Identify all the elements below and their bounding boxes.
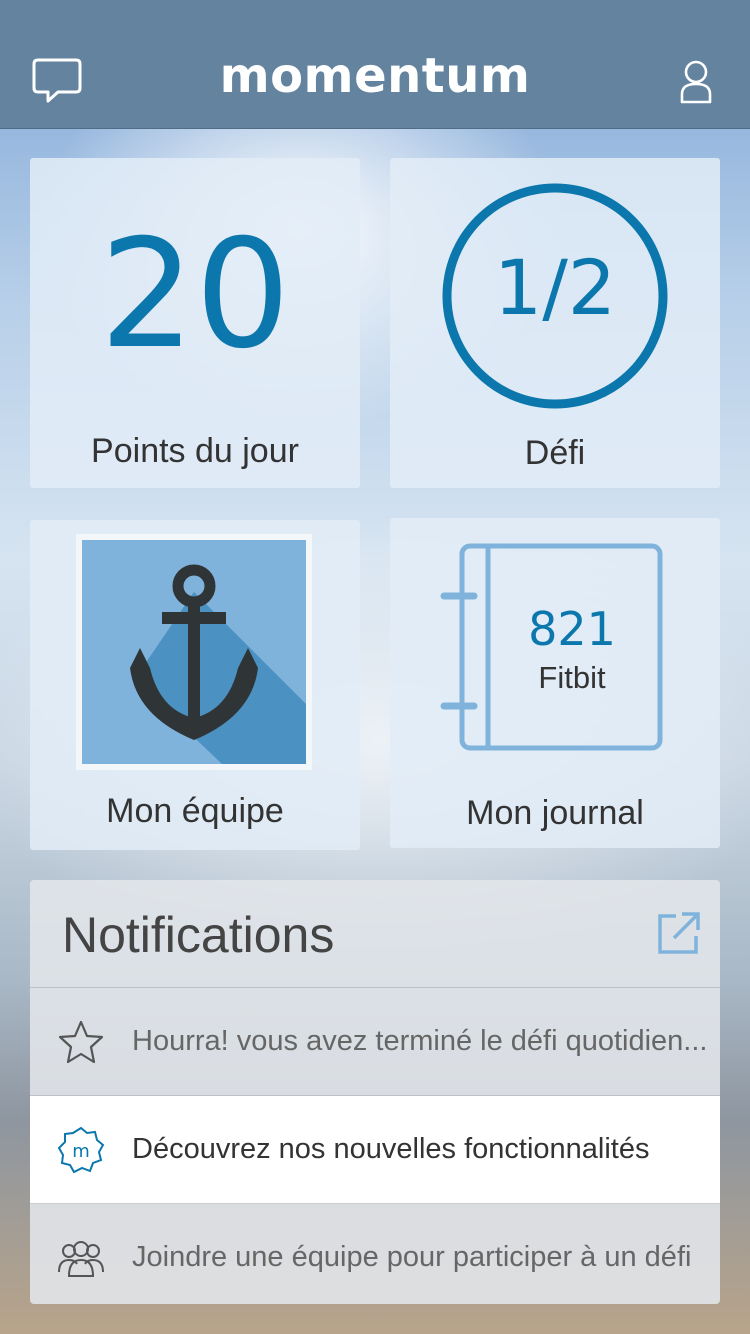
svg-text:m: m	[72, 1141, 90, 1162]
challenge-label: Défi	[524, 434, 586, 472]
team-tile[interactable]: Mon équipe	[30, 520, 360, 850]
notification-item[interactable]: m Découvrez nos nouvelles fonctionnalité…	[30, 1096, 720, 1204]
notifications-card: Notifications Hourra! vous avez terminé …	[30, 880, 720, 1304]
team-image	[76, 534, 312, 770]
external-link-icon[interactable]	[656, 910, 702, 961]
journal-label: Mon journal	[466, 794, 644, 832]
notifications-title: Notifications	[62, 907, 335, 963]
points-tile[interactable]: 20 Points du jour	[30, 158, 360, 488]
anchor-icon	[82, 540, 306, 764]
journal-source: Fitbit	[538, 660, 606, 695]
notification-text: Joindre une équipe pour participer à un …	[132, 1241, 692, 1273]
notifications-header: Notifications	[30, 880, 720, 988]
momentum-badge-icon: m	[57, 1126, 105, 1173]
points-value: 20	[99, 208, 291, 382]
user-icon[interactable]	[680, 60, 712, 109]
notification-item[interactable]: Joindre une équipe pour participer à un …	[30, 1204, 720, 1304]
points-label: Points du jour	[91, 432, 299, 470]
journal-tile[interactable]: 821 Fitbit Mon journal	[390, 518, 720, 848]
notification-item[interactable]: Hourra! vous avez terminé le défi quotid…	[30, 988, 720, 1096]
star-icon	[58, 1020, 104, 1063]
team-label: Mon équipe	[106, 792, 284, 830]
notification-text: Découvrez nos nouvelles fonctionnalités	[132, 1133, 650, 1165]
journal-value: 821	[528, 602, 616, 656]
top-bar: momentum	[0, 0, 750, 129]
group-icon	[58, 1240, 104, 1277]
notification-text: Hourra! vous avez terminé le défi quotid…	[132, 1025, 708, 1057]
challenge-value: 1/2	[493, 243, 617, 332]
app-logo: momentum	[219, 48, 531, 104]
challenge-tile[interactable]: 1/2 Défi	[390, 158, 720, 488]
